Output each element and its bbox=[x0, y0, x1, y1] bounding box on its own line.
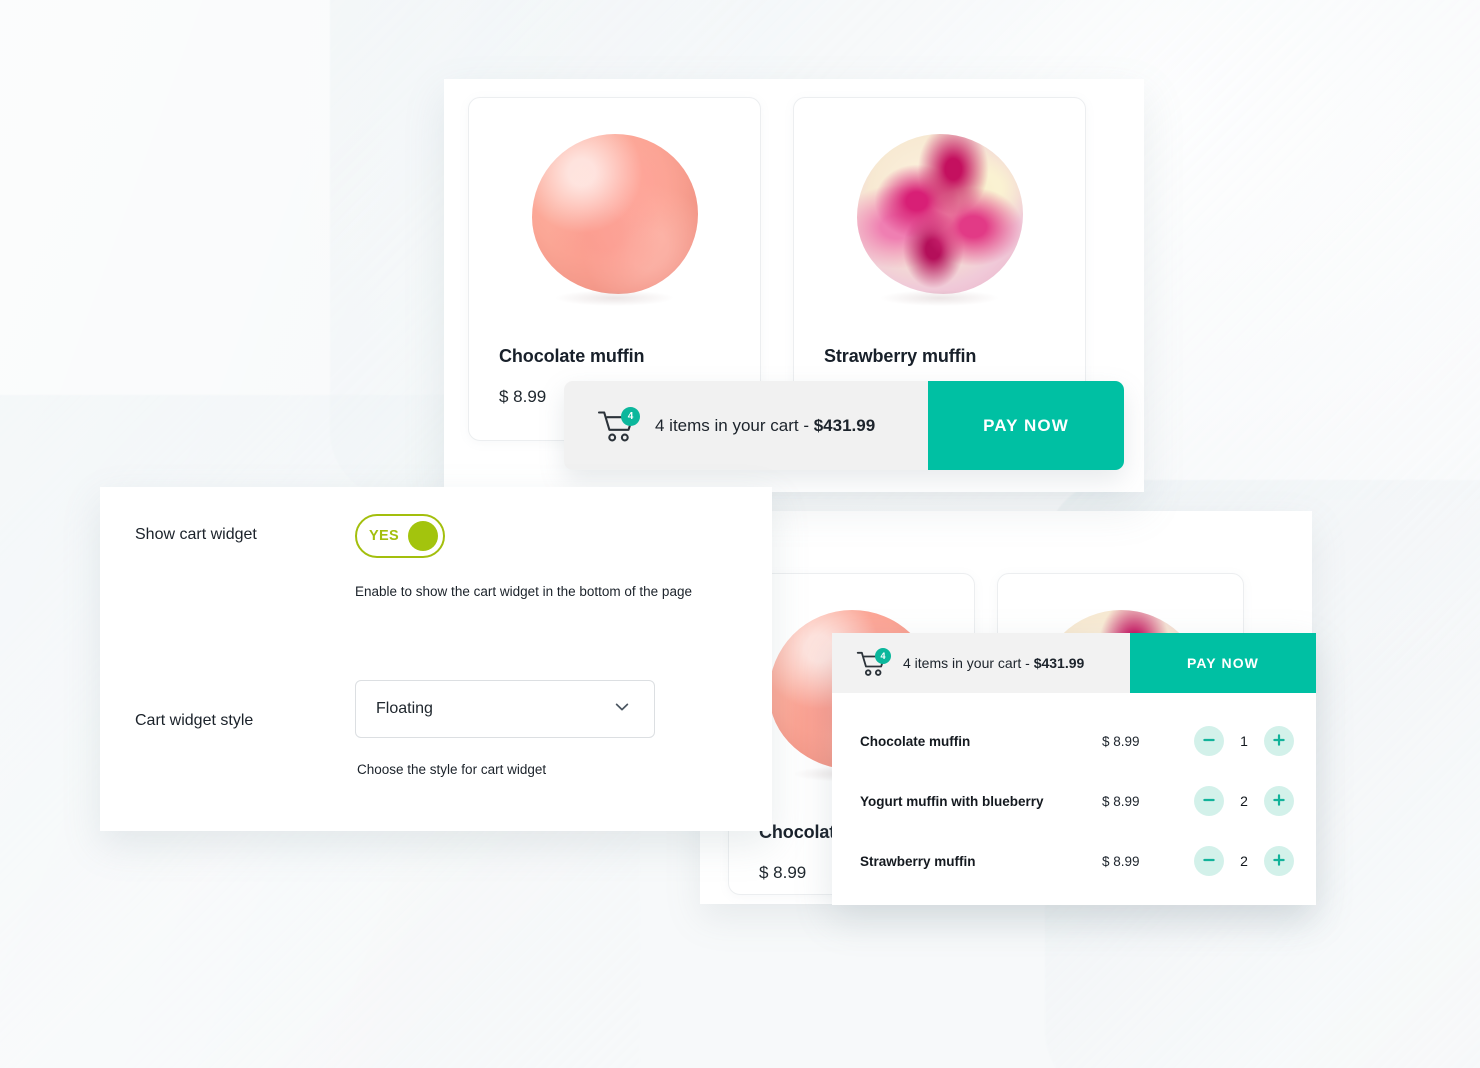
ice-cream-scoop-icon bbox=[856, 134, 1023, 306]
setting-help-text: Enable to show the cart widget in the bo… bbox=[355, 584, 692, 599]
increment-button[interactable] bbox=[1264, 846, 1294, 876]
minus-icon bbox=[1202, 853, 1216, 870]
cart-summary-total: $431.99 bbox=[1033, 655, 1085, 671]
cart-summary-prefix: 4 items in your cart - bbox=[655, 415, 814, 435]
increment-button[interactable] bbox=[1264, 786, 1294, 816]
chevron-down-icon bbox=[612, 697, 632, 722]
plus-icon bbox=[1272, 793, 1286, 810]
cart-line-price: $ 8.99 bbox=[1102, 853, 1140, 869]
setting-control: Floating Choose the style for cart widge… bbox=[355, 680, 772, 777]
product-image bbox=[794, 98, 1085, 330]
plus-icon bbox=[1272, 853, 1286, 870]
shopping-cart-icon: 4 bbox=[597, 406, 640, 443]
cart-badge: 4 bbox=[621, 406, 640, 426]
setting-label: Show cart widget bbox=[135, 526, 257, 543]
minus-icon bbox=[1202, 733, 1216, 750]
quantity-value: 2 bbox=[1240, 793, 1248, 809]
quantity-stepper: 1 bbox=[1194, 726, 1294, 756]
product-name: Chocolate muffin bbox=[499, 346, 645, 366]
cart-line-item: Chocolate muffin $ 8.99 1 bbox=[832, 711, 1316, 771]
cart-summary[interactable]: 4 4 items in your cart - $431.99 bbox=[832, 633, 1130, 693]
cart-line-price: $ 8.99 bbox=[1102, 733, 1140, 749]
quantity-value: 1 bbox=[1240, 733, 1248, 749]
setting-help-text: Choose the style for cart widget bbox=[357, 762, 547, 777]
cart-widget-floating[interactable]: 4 4 items in your cart - $431.99 PAY NOW bbox=[564, 381, 1124, 470]
pay-now-button[interactable]: PAY NOW bbox=[1130, 633, 1316, 693]
cart-line-item: Yogurt muffin with blueberry $ 8.99 2 bbox=[832, 771, 1316, 831]
cart-widget-style-select[interactable]: Floating bbox=[355, 680, 655, 738]
product-image bbox=[469, 98, 760, 330]
cart-line-name: Yogurt muffin with blueberry bbox=[860, 793, 1044, 809]
cart-summary[interactable]: 4 4 items in your cart - $431.99 bbox=[564, 381, 928, 470]
ice-cream-scoop-icon bbox=[531, 134, 698, 306]
cart-line-price: $ 8.99 bbox=[1102, 793, 1140, 809]
plus-icon bbox=[1272, 733, 1286, 750]
increment-button[interactable] bbox=[1264, 726, 1294, 756]
quantity-stepper: 2 bbox=[1194, 846, 1294, 876]
cart-summary-total: $431.99 bbox=[813, 415, 876, 435]
pay-now-button[interactable]: PAY NOW bbox=[928, 381, 1124, 470]
settings-panel: Show cart widget YES Enable to show the … bbox=[100, 487, 772, 831]
decrement-button[interactable] bbox=[1194, 726, 1224, 756]
toggle-knob bbox=[408, 521, 438, 551]
cart-panel-header: 4 4 items in your cart - $431.99 PAY NOW bbox=[832, 633, 1316, 693]
quantity-stepper: 2 bbox=[1194, 786, 1294, 816]
cart-line-name: Strawberry muffin bbox=[860, 853, 976, 869]
decrement-button[interactable] bbox=[1194, 786, 1224, 816]
toggle-label: YES bbox=[369, 528, 399, 544]
setting-label: Cart widget style bbox=[135, 712, 254, 729]
setting-row-show-cart-widget: Show cart widget YES Enable to show the … bbox=[100, 514, 772, 599]
setting-control: YES Enable to show the cart widget in th… bbox=[355, 514, 772, 599]
shopping-cart-icon: 4 bbox=[856, 647, 891, 677]
cart-line-list: Chocolate muffin $ 8.99 1 Yogurt muffin … bbox=[832, 693, 1316, 891]
setting-row-cart-widget-style: Cart widget style Floating Choose the st… bbox=[100, 680, 772, 777]
show-cart-widget-toggle[interactable]: YES bbox=[355, 514, 445, 558]
cart-line-name: Chocolate muffin bbox=[860, 733, 971, 749]
cart-badge: 4 bbox=[875, 647, 891, 664]
cart-panel-expanded: 4 4 items in your cart - $431.99 PAY NOW… bbox=[832, 633, 1316, 905]
minus-icon bbox=[1202, 793, 1216, 810]
cart-line-item: Strawberry muffin $ 8.99 2 bbox=[832, 831, 1316, 891]
cart-summary-text: 4 items in your cart - $431.99 bbox=[903, 655, 1084, 671]
select-value: Floating bbox=[376, 700, 433, 717]
decrement-button[interactable] bbox=[1194, 846, 1224, 876]
quantity-value: 2 bbox=[1240, 853, 1248, 869]
cart-summary-text: 4 items in your cart - $431.99 bbox=[655, 416, 875, 436]
cart-summary-prefix: 4 items in your cart - bbox=[903, 655, 1034, 671]
product-name: Strawberry muffin bbox=[824, 346, 977, 366]
